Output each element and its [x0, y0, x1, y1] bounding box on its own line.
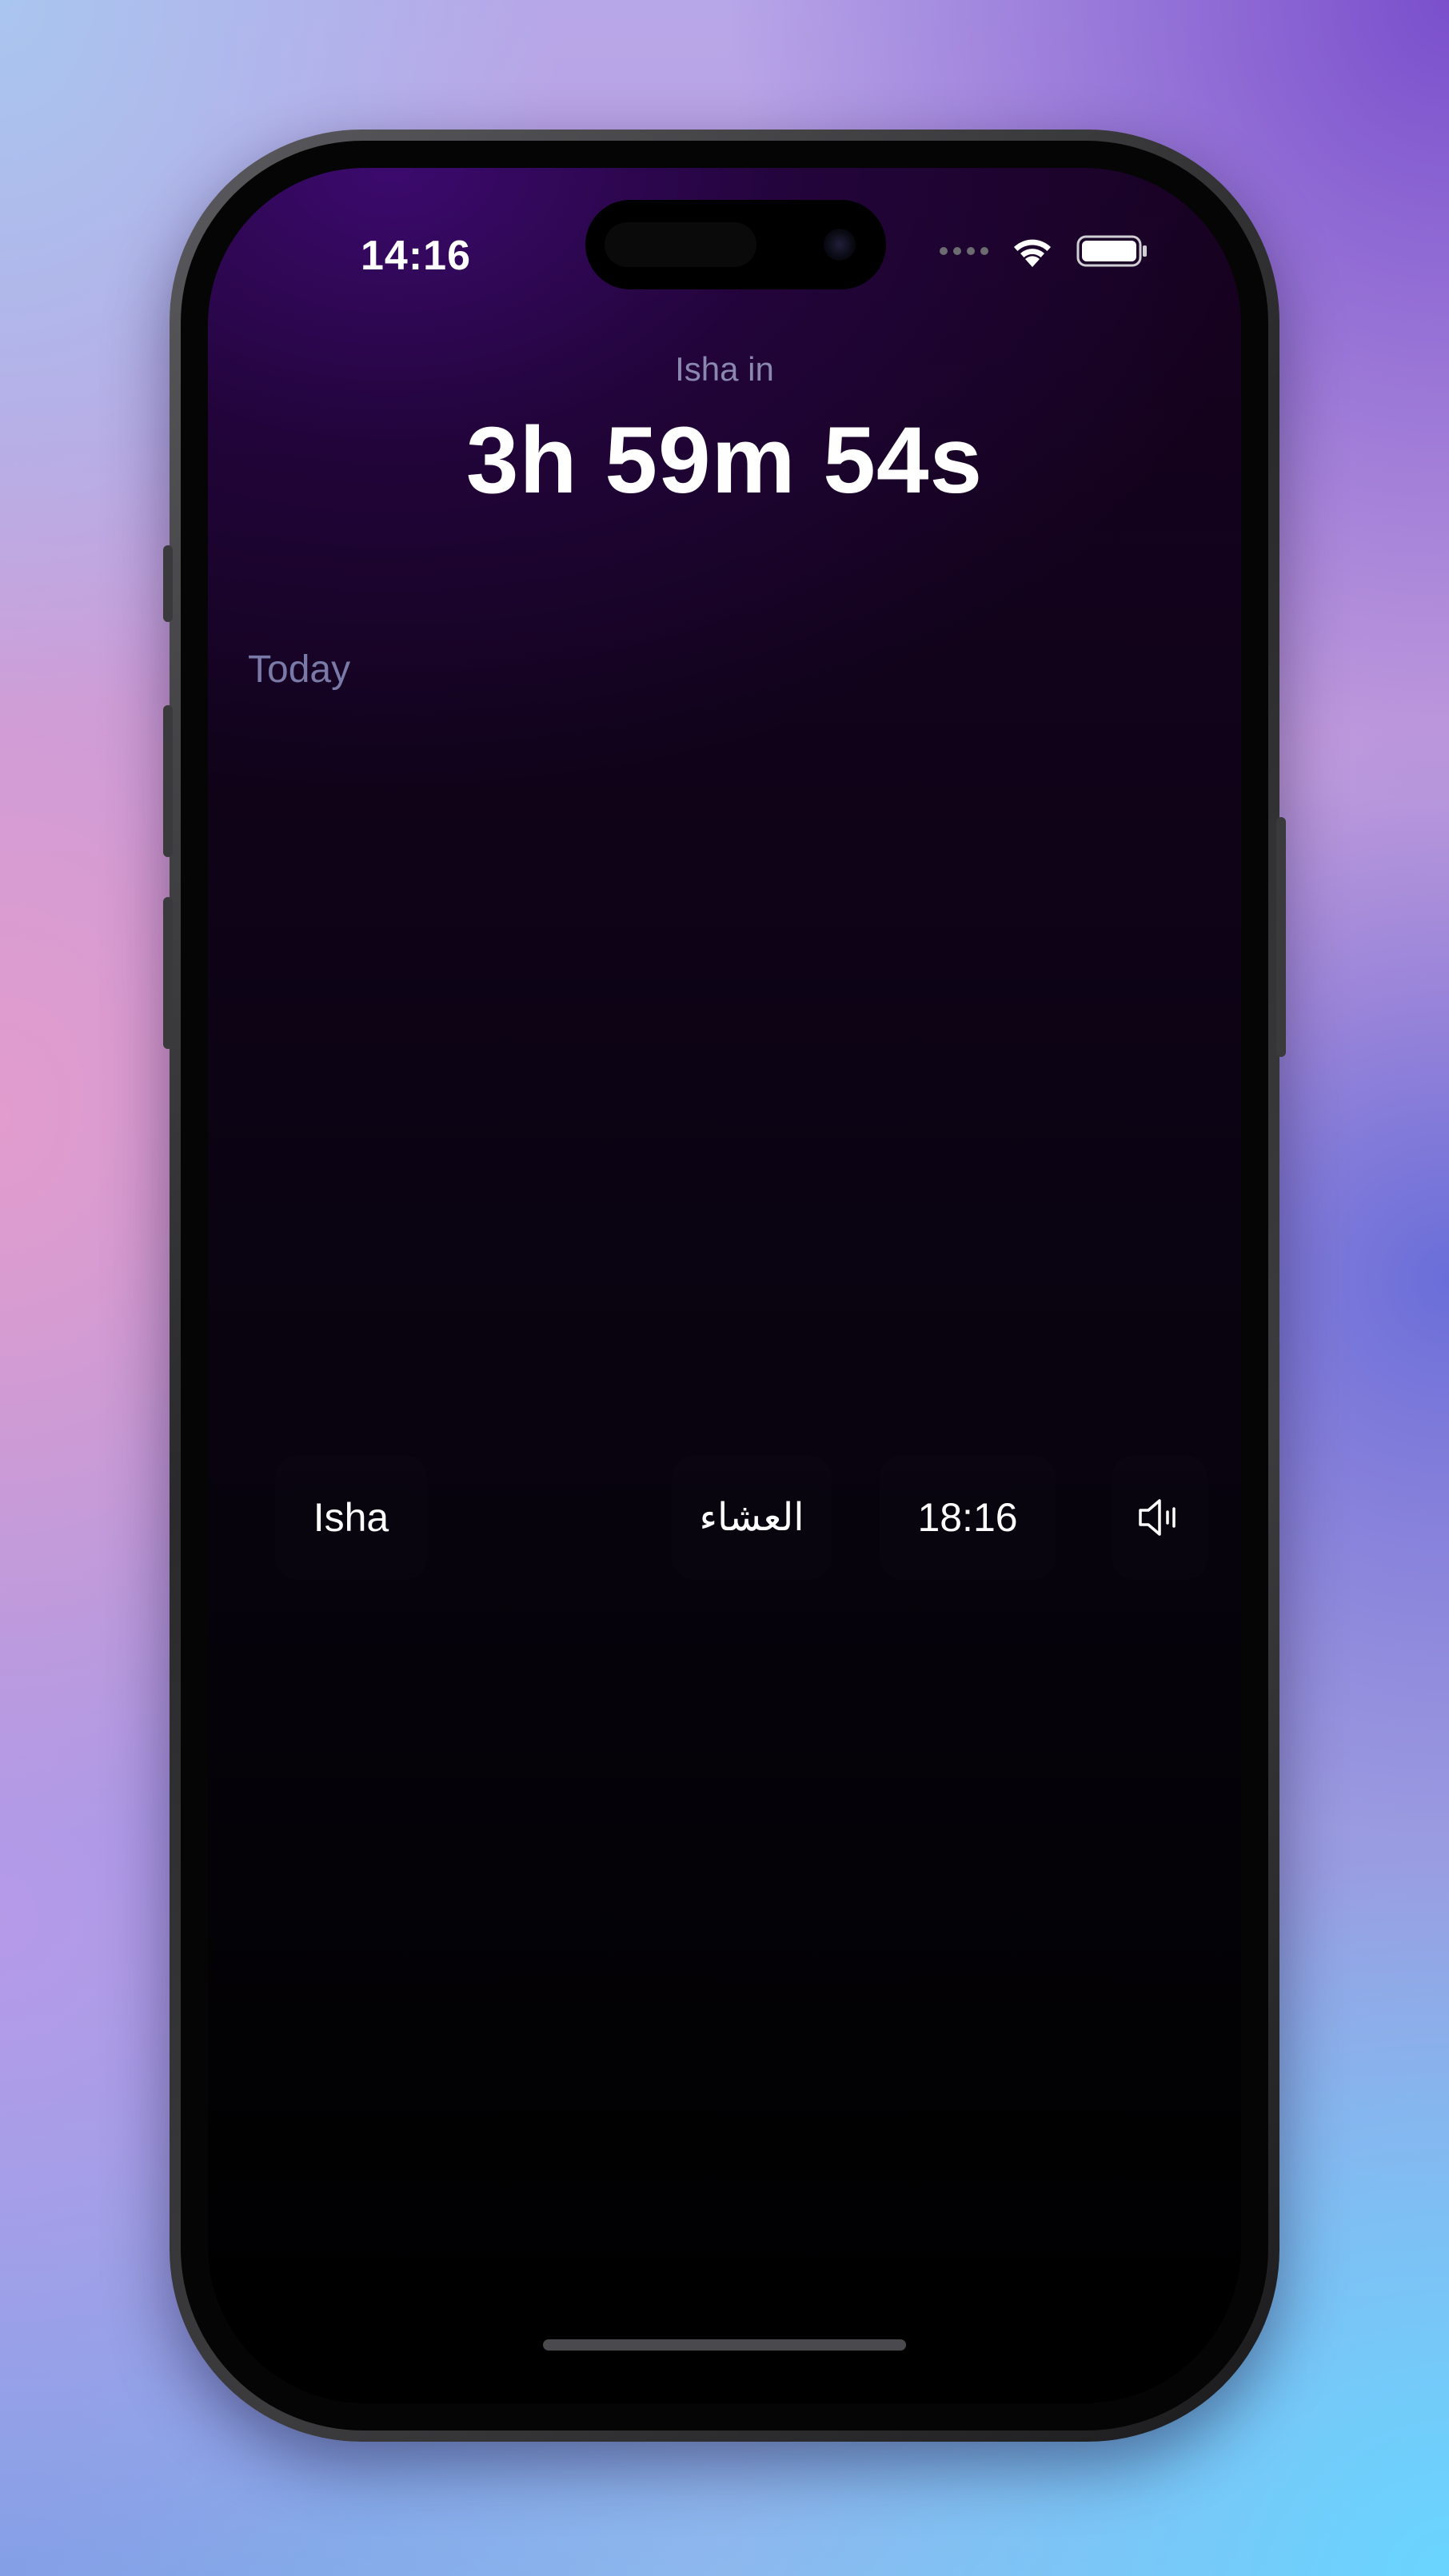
- home-indicator[interactable]: [543, 2339, 906, 2351]
- front-camera-icon: [824, 229, 856, 261]
- prayer-name-arabic: العشاء: [699, 1495, 804, 1540]
- status-bar-icons: [940, 227, 1148, 275]
- volume-up-button: [163, 705, 173, 857]
- battery-icon: [1076, 235, 1147, 267]
- prayer-row-isha[interactable]: Isha العشاء 18:16: [240, 1441, 1209, 1593]
- cellular-signal-icon: [940, 247, 988, 255]
- prayer-name: Isha: [313, 1495, 389, 1540]
- volume-down-button: [163, 897, 173, 1049]
- wifi-icon: [1014, 239, 1051, 267]
- prayer-time: 18:16: [917, 1495, 1018, 1540]
- status-bar-time: 14:16: [361, 233, 471, 279]
- section-title-today: Today: [248, 648, 351, 691]
- prayer-sound-toggle[interactable]: [1112, 1455, 1208, 1580]
- power-button: [1276, 817, 1286, 1057]
- next-prayer-countdown: 3h 59m 54s: [465, 408, 984, 513]
- action-button: [163, 545, 173, 622]
- speaker-icon: [1139, 1499, 1176, 1536]
- face-id-sensor: [605, 222, 756, 267]
- dynamic-island: [585, 200, 886, 289]
- phone-frame: 14:16 Isha in 3h 59m 54s Today Isha العش…: [163, 130, 1286, 2442]
- next-prayer-label: Isha in: [675, 350, 774, 388]
- app-screen: 14:16 Isha in 3h 59m 54s Today Isha العش…: [208, 168, 1241, 2403]
